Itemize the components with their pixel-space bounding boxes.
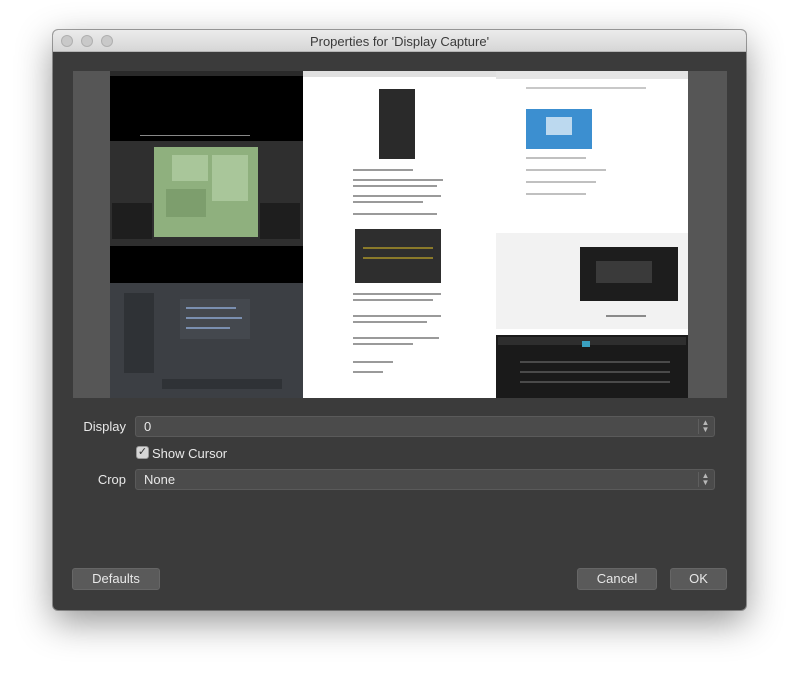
- preview-screen-middle: [303, 71, 496, 398]
- display-select-value: 0: [144, 419, 152, 434]
- title-bar[interactable]: Properties for 'Display Capture': [53, 30, 746, 52]
- crop-select-value: None: [144, 472, 176, 487]
- crop-label: Crop: [97, 472, 126, 487]
- display-label: Display: [83, 419, 126, 434]
- display-select[interactable]: 0 ▲ ▼: [135, 416, 715, 437]
- select-arrows-icon: ▲ ▼: [698, 472, 712, 487]
- checkmark-icon: ✓: [137, 446, 148, 458]
- window-title: Properties for 'Display Capture': [309, 34, 490, 49]
- preview-screen-left: [110, 71, 303, 398]
- defaults-button[interactable]: Defaults: [72, 568, 160, 590]
- preview-screen-right: [496, 71, 688, 398]
- show-cursor-label[interactable]: Show Cursor: [152, 446, 227, 461]
- select-arrows-icon: ▲ ▼: [698, 419, 712, 434]
- cancel-button[interactable]: Cancel: [577, 568, 657, 590]
- show-cursor-checkbox[interactable]: ✓: [136, 446, 149, 459]
- properties-window: Properties for 'Display Capture' Display…: [53, 30, 746, 610]
- ok-button[interactable]: OK: [670, 568, 727, 590]
- display-capture-preview: [110, 71, 688, 398]
- crop-select[interactable]: None ▲ ▼: [135, 469, 715, 490]
